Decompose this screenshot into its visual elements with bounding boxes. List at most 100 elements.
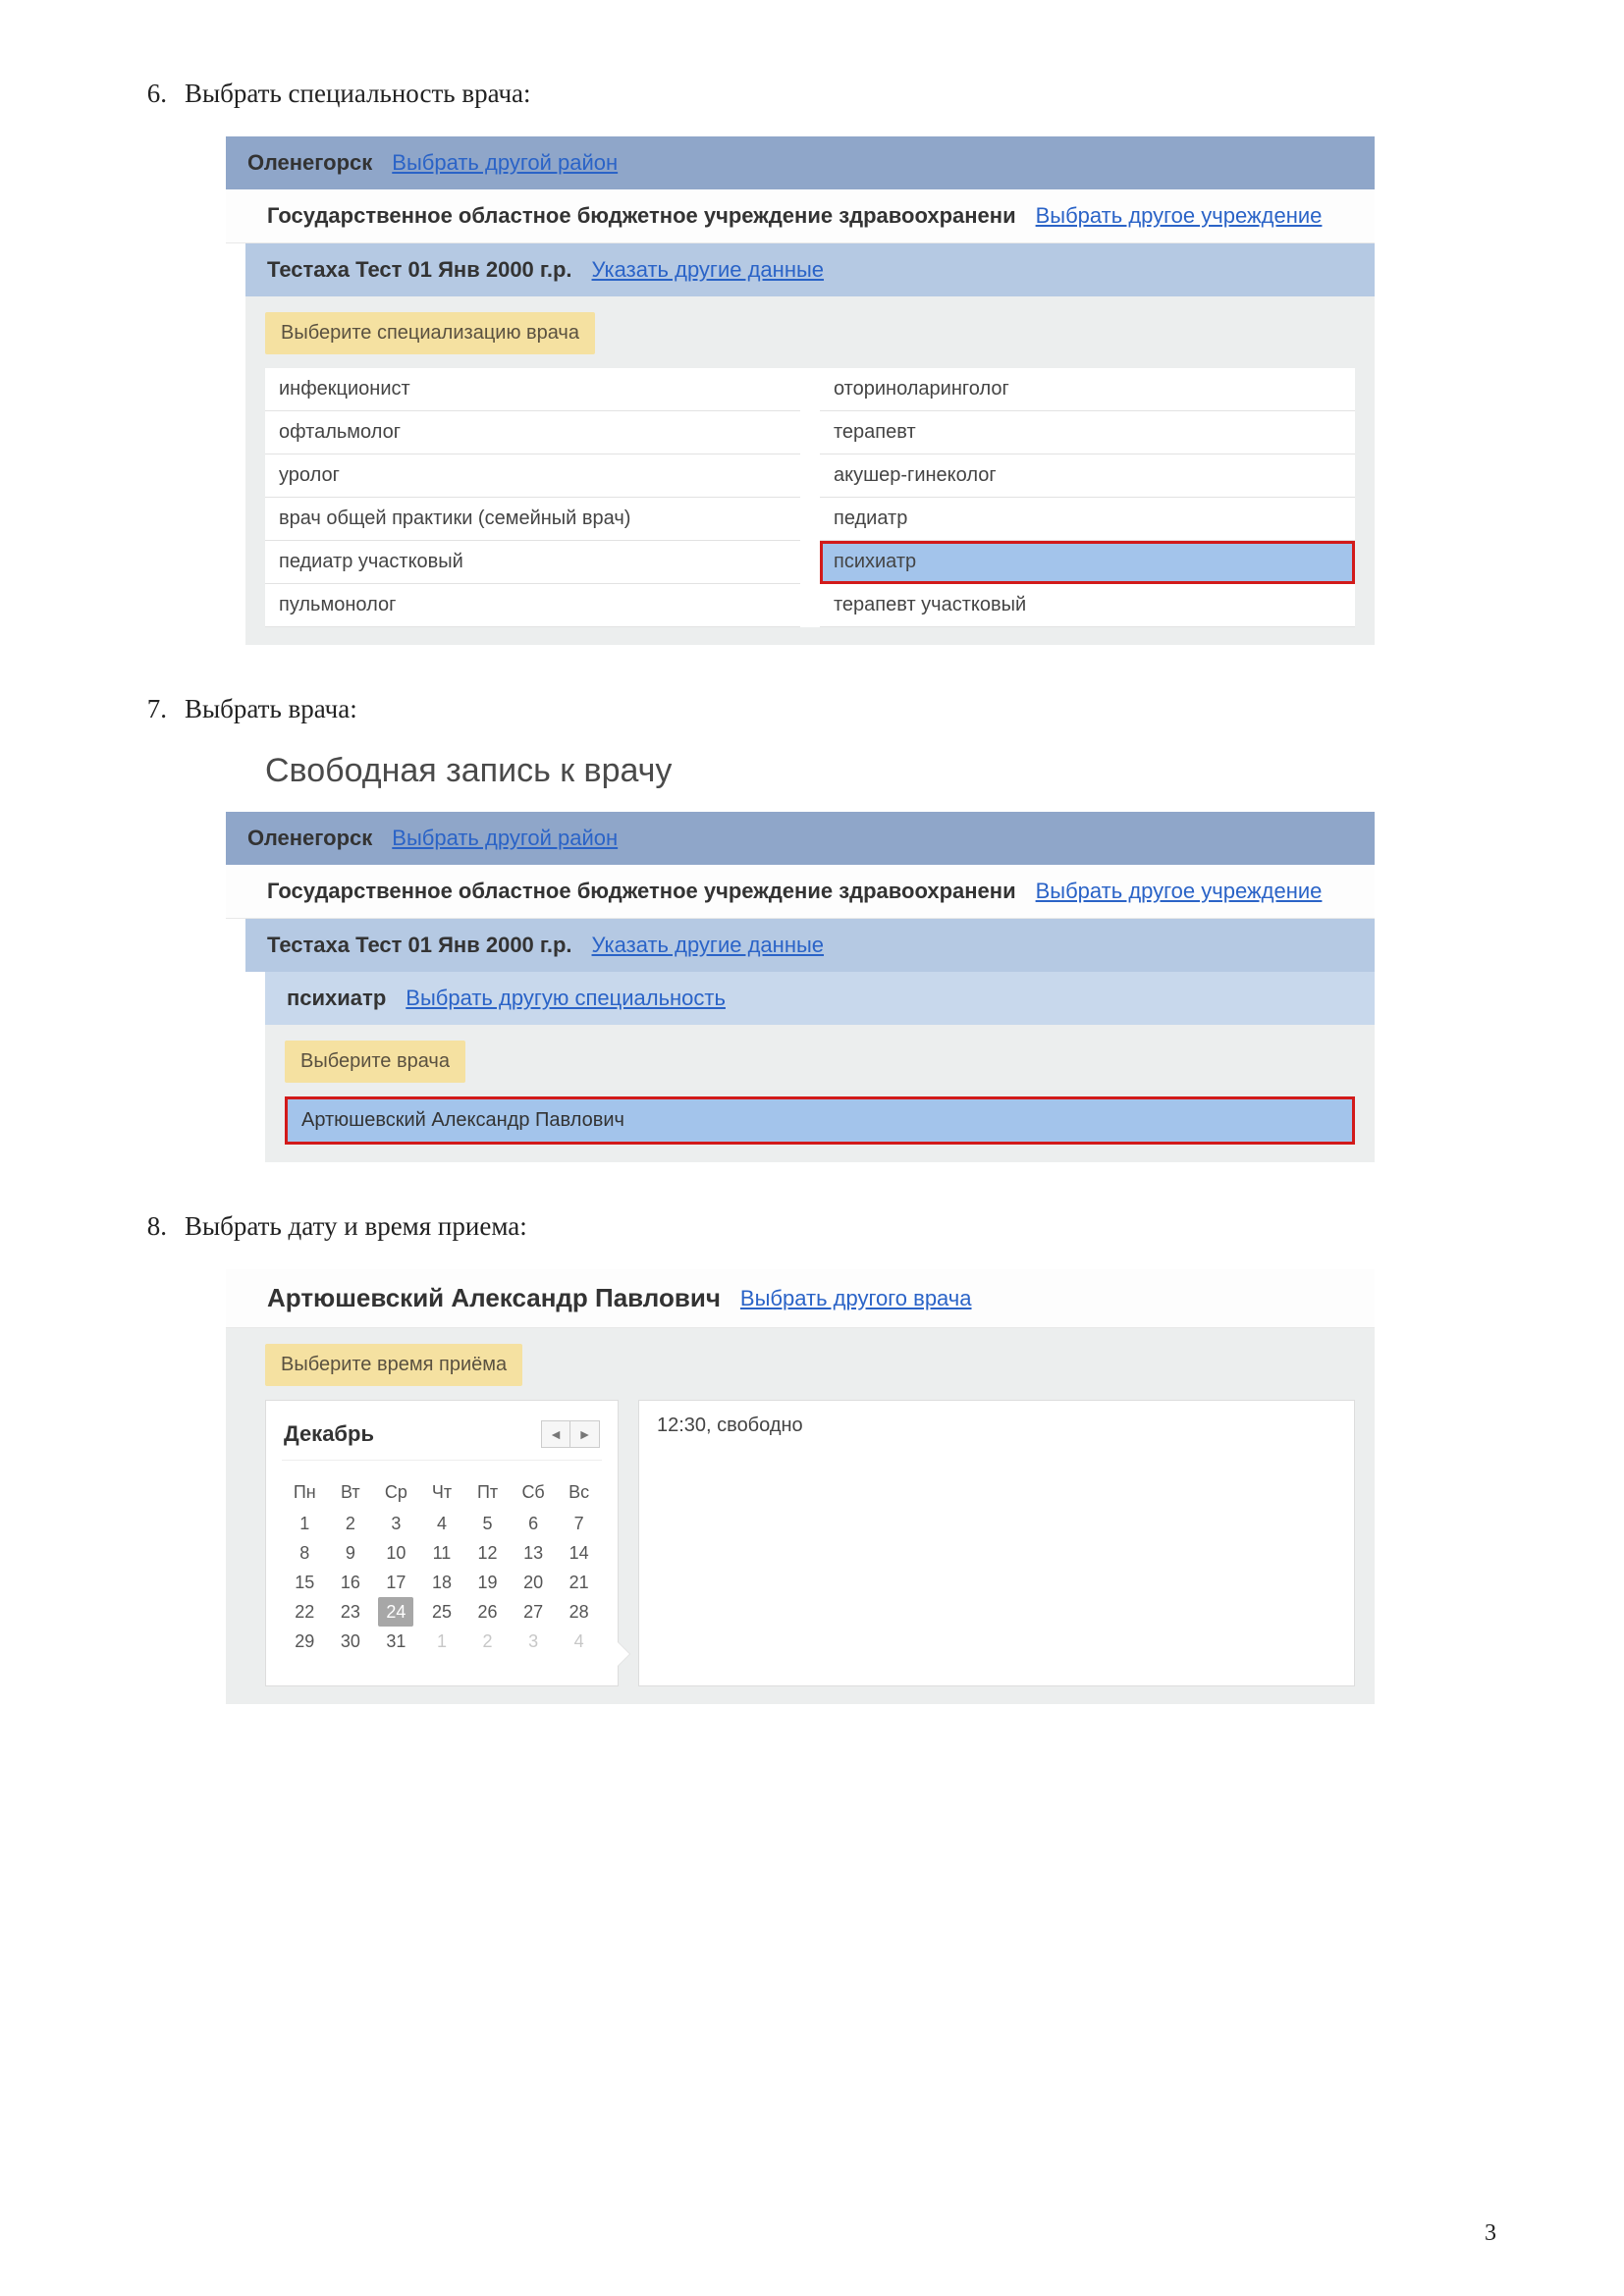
doctor-panel: Свободная запись к врачу Оленегорск Выбр… xyxy=(226,752,1375,1162)
calendar-day[interactable]: 19 xyxy=(470,1568,506,1597)
calendar-day[interactable]: 27 xyxy=(515,1597,551,1627)
page-number: 3 xyxy=(1485,2220,1496,2247)
time-body: Выберите время приёма Декабрь ◄ ► ПнВтСр… xyxy=(226,1328,1375,1704)
calendar-day[interactable]: 13 xyxy=(515,1538,551,1568)
doctor-name: Артюшевский Александр Павлович xyxy=(267,1283,721,1313)
calendar-day[interactable]: 9 xyxy=(333,1538,368,1568)
calendar-dow: Пт xyxy=(464,1476,511,1509)
step-title: Выбрать дату и время приема: xyxy=(185,1211,527,1242)
specialty-item-selected[interactable]: психиатр xyxy=(820,541,1355,584)
doctor-body: Выберите врача Артюшевский Александр Пав… xyxy=(265,1025,1375,1162)
calendar-dow: Сб xyxy=(511,1476,557,1509)
calendar-month: Декабрь xyxy=(284,1421,374,1447)
calendar-day: 1 xyxy=(424,1627,460,1656)
specialty-item[interactable]: пульмонолог xyxy=(265,584,800,627)
calendar-nav: ◄ ► xyxy=(541,1420,600,1448)
patient-bar: Тестаха Тест 01 Янв 2000 г.р. Указать др… xyxy=(245,243,1375,296)
calendar-day[interactable]: 25 xyxy=(424,1597,460,1627)
specialty-label: психиатр xyxy=(287,986,386,1011)
next-month-button[interactable]: ► xyxy=(570,1420,600,1448)
specialty-item[interactable]: офтальмолог xyxy=(265,411,800,454)
calendar-day[interactable]: 29 xyxy=(287,1627,322,1656)
calendar-day[interactable]: 10 xyxy=(378,1538,413,1568)
calendar-day[interactable]: 8 xyxy=(287,1538,322,1568)
calendar-table: ПнВтСрЧтПтСбВс 1234567891011121314151617… xyxy=(282,1476,602,1656)
specialty-bar: психиатр Выбрать другую специальность xyxy=(265,972,1375,1025)
calendar-header: Декабрь ◄ ► xyxy=(282,1416,602,1461)
step-number: 6. xyxy=(128,79,167,109)
institution-bar: Государственное областное бюджетное учре… xyxy=(226,865,1375,919)
specialty-item[interactable]: терапевт xyxy=(820,411,1355,454)
time-panel: Артюшевский Александр Павлович Выбрать д… xyxy=(226,1269,1375,1704)
calendar-dow: Чт xyxy=(419,1476,465,1509)
step-6-heading: 6. Выбрать специальность врача: xyxy=(128,79,1496,109)
calendar-dow: Вс xyxy=(556,1476,602,1509)
calendar-dow: Пн xyxy=(282,1476,328,1509)
calendar-day[interactable]: 22 xyxy=(287,1597,322,1627)
calendar-day: 4 xyxy=(562,1627,597,1656)
calendar-day[interactable]: 20 xyxy=(515,1568,551,1597)
specialty-chip: Выберите специализацию врача xyxy=(265,312,595,354)
calendar-day[interactable]: 1 xyxy=(287,1509,322,1538)
change-patient-link[interactable]: Указать другие данные xyxy=(592,257,824,283)
calendar-day[interactable]: 15 xyxy=(287,1568,322,1597)
change-district-link[interactable]: Выбрать другой район xyxy=(392,150,618,176)
step-8-heading: 8. Выбрать дату и время приема: xyxy=(128,1211,1496,1242)
calendar-dow: Ср xyxy=(373,1476,419,1509)
specialty-item[interactable]: педиатр участковый xyxy=(265,541,800,584)
calendar-day[interactable]: 17 xyxy=(378,1568,413,1597)
specialty-item[interactable]: уролог xyxy=(265,454,800,498)
patient-bar: Тестаха Тест 01 Янв 2000 г.р. Указать др… xyxy=(245,919,1375,972)
calendar-day[interactable]: 6 xyxy=(515,1509,551,1538)
calendar-day[interactable]: 14 xyxy=(562,1538,597,1568)
calendar-day[interactable]: 21 xyxy=(562,1568,597,1597)
calendar-day[interactable]: 23 xyxy=(333,1597,368,1627)
specialty-item[interactable]: педиатр xyxy=(820,498,1355,541)
specialty-item[interactable]: инфекционист xyxy=(265,368,800,411)
specialty-item[interactable]: акушер-гинеколог xyxy=(820,454,1355,498)
calendar-day[interactable]: 12 xyxy=(470,1538,506,1568)
doctor-row[interactable]: Артюшевский Александр Павлович xyxy=(285,1096,1355,1145)
calendar-day-selected[interactable]: 24 xyxy=(378,1597,413,1627)
change-patient-link[interactable]: Указать другие данные xyxy=(592,933,824,958)
calendar-day[interactable]: 31 xyxy=(378,1627,413,1656)
calendar-day: 3 xyxy=(515,1627,551,1656)
calendar-day[interactable]: 28 xyxy=(562,1597,597,1627)
step-8: 8. Выбрать дату и время приема: Артюшевс… xyxy=(128,1211,1496,1704)
institution-bar: Государственное областное бюджетное учре… xyxy=(226,189,1375,243)
step-title: Выбрать врача: xyxy=(185,694,357,724)
calendar-day[interactable]: 26 xyxy=(470,1597,506,1627)
step-number: 7. xyxy=(128,694,167,724)
change-institution-link[interactable]: Выбрать другое учреждение xyxy=(1036,879,1323,904)
specialty-item[interactable]: врач общей практики (семейный врач) xyxy=(265,498,800,541)
step-6: 6. Выбрать специальность врача: Оленегор… xyxy=(128,79,1496,645)
district-label: Оленегорск xyxy=(247,150,372,176)
change-doctor-link[interactable]: Выбрать другого врача xyxy=(740,1286,972,1311)
timeslot-list: 12:30, свободно xyxy=(638,1400,1355,1686)
calendar-day[interactable]: 11 xyxy=(424,1538,460,1568)
calendar-day[interactable]: 16 xyxy=(333,1568,368,1597)
calendar-day[interactable]: 3 xyxy=(378,1509,413,1538)
calendar-day[interactable]: 5 xyxy=(470,1509,506,1538)
change-institution-link[interactable]: Выбрать другое учреждение xyxy=(1036,203,1323,229)
calendar-day[interactable]: 2 xyxy=(333,1509,368,1538)
change-specialty-link[interactable]: Выбрать другую специальность xyxy=(406,986,726,1011)
calendar-day: 2 xyxy=(470,1627,506,1656)
calendar-pointer xyxy=(618,1642,629,1666)
patient-label: Тестаха Тест 01 Янв 2000 г.р. xyxy=(267,933,572,958)
specialty-item[interactable]: терапевт участковый xyxy=(820,584,1355,627)
change-district-link[interactable]: Выбрать другой район xyxy=(392,826,618,851)
time-chip: Выберите время приёма xyxy=(265,1344,522,1386)
calendar-day[interactable]: 18 xyxy=(424,1568,460,1597)
step-title: Выбрать специальность врача: xyxy=(185,79,531,109)
timeslot-item[interactable]: 12:30, свободно xyxy=(657,1415,1336,1437)
district-label: Оленегорск xyxy=(247,826,372,851)
prev-month-button[interactable]: ◄ xyxy=(541,1420,570,1448)
calendar-day[interactable]: 4 xyxy=(424,1509,460,1538)
specialty-item[interactable]: оториноларинголог xyxy=(820,368,1355,411)
calendar-dow: Вт xyxy=(328,1476,374,1509)
calendar-day[interactable]: 30 xyxy=(333,1627,368,1656)
patient-label: Тестаха Тест 01 Янв 2000 г.р. xyxy=(267,257,572,283)
institution-label: Государственное областное бюджетное учре… xyxy=(267,203,1016,229)
calendar-day[interactable]: 7 xyxy=(562,1509,597,1538)
